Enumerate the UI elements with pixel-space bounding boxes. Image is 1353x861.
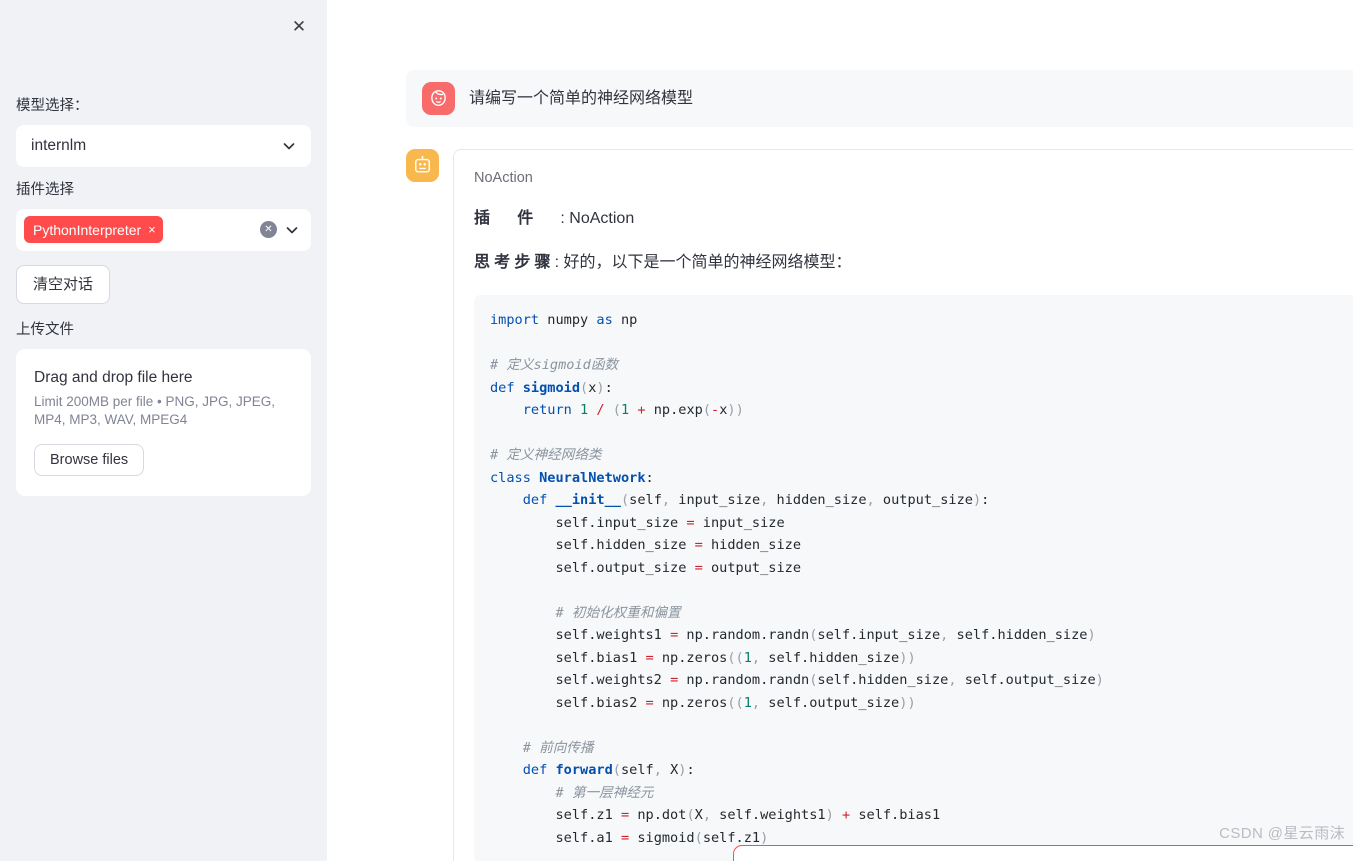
watermark: CSDN @星云雨沫 [1219, 825, 1345, 842]
clear-chat-button[interactable]: 清空对话 [16, 265, 111, 304]
plugin-tag[interactable]: PythonInterpreter × [24, 216, 163, 244]
plugin-select-label: 插件选择 [16, 182, 74, 198]
browse-files-button[interactable]: Browse files [34, 444, 145, 477]
dropzone-title: Drag and drop file here [34, 368, 193, 386]
model-select-label: 模型选择： [16, 98, 89, 114]
plugin-info-key: 插件 [474, 210, 561, 228]
plugin-info-line: 插件: NoAction [474, 207, 1353, 231]
code-content: import numpy as np # 定义sigmoid函数 def sig… [490, 312, 1104, 846]
model-select-group: 模型选择： internlm [16, 96, 311, 167]
plugin-select-group: 插件选择 PythonInterpreter × ✕ [16, 180, 311, 251]
chat-message-user: 请编写一个简单的神经网络模型 [406, 70, 1353, 127]
chat-message-assistant: NoAction 插件: NoAction 思考步骤: 好的，以下是一个简单的神… [406, 149, 1353, 861]
model-select-value: internlm [31, 136, 87, 154]
bottom-alert-box [733, 845, 1353, 861]
plugin-info-colon: : [560, 210, 570, 228]
main-content: 请编写一个简单的神经网络模型 NoAction 插件: NoAction 思考步… [327, 0, 1353, 861]
sidebar: ✕ 模型选择： internlm 插件选择 PythonInterpreter … [0, 0, 327, 861]
plugin-info-value: NoAction [569, 210, 635, 228]
upload-label: 上传文件 [16, 322, 74, 338]
chevron-down-icon [280, 137, 298, 155]
assistant-response-card: NoAction 插件: NoAction 思考步骤: 好的，以下是一个简单的神… [453, 149, 1353, 861]
close-icon[interactable]: ✕ [285, 12, 313, 40]
upload-group: 上传文件 Drag and drop file here Limit 200MB… [16, 320, 311, 497]
plugin-tag-remove-icon[interactable]: × [148, 223, 156, 236]
thought-step-value: 好的，以下是一个简单的神经网络模型： [563, 254, 852, 272]
thought-step-key: 思考步骤 [474, 254, 555, 272]
thought-step-colon: : [554, 254, 564, 272]
child-face-icon [422, 82, 455, 115]
dropzone-limit-text: Limit 200MB per file • PNG, JPG, JPEG, M… [34, 393, 276, 427]
thought-step-line: 思考步骤: 好的，以下是一个简单的神经网络模型： [474, 251, 1353, 275]
app-root: ✕ 模型选择： internlm 插件选择 PythonInterpreter … [0, 0, 1353, 861]
user-message-text: 请编写一个简单的神经网络模型 [469, 89, 694, 107]
chat-thread: 请编写一个简单的神经网络模型 NoAction 插件: NoAction 思考步… [327, 0, 1353, 861]
clear-all-icon[interactable]: ✕ [260, 221, 277, 239]
chevron-down-icon[interactable] [283, 221, 301, 239]
code-block: import numpy as np # 定义sigmoid函数 def sig… [474, 295, 1353, 861]
clear-chat-group: 清空对话 [16, 265, 111, 304]
file-dropzone[interactable]: Drag and drop file here Limit 200MB per … [16, 348, 311, 497]
plugin-multiselect[interactable]: PythonInterpreter × ✕ [16, 208, 311, 251]
robot-face-icon [406, 149, 439, 182]
assistant-status-text: NoAction [474, 170, 533, 186]
plugin-tag-label: PythonInterpreter [33, 221, 142, 238]
model-select[interactable]: internlm [16, 124, 311, 167]
